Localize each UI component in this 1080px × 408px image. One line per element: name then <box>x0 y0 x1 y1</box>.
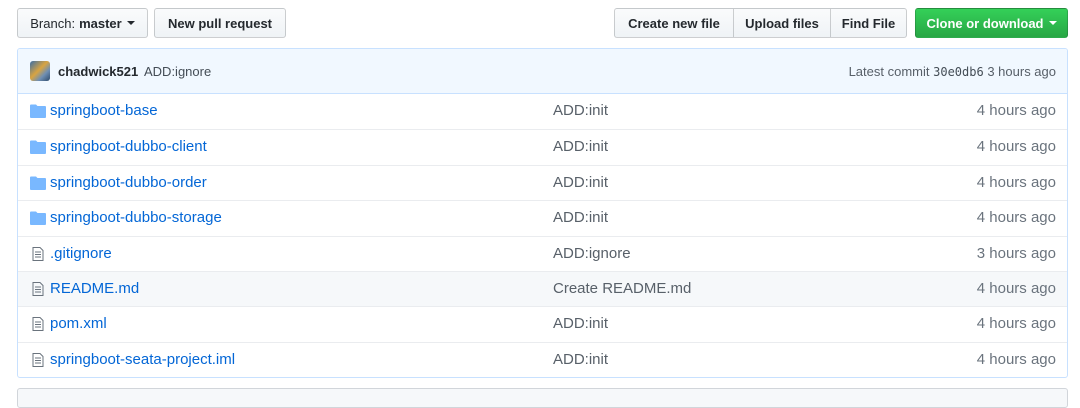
branch-select-button[interactable]: Branch: master <box>17 8 148 38</box>
folder-icon <box>30 104 46 118</box>
upload-files-button[interactable]: Upload files <box>733 8 831 38</box>
avatar[interactable] <box>30 61 50 81</box>
latest-commit-bar: chadwick521 ADD:ignore Latest commit 30e… <box>18 49 1067 94</box>
file-age: 4 hours ago <box>976 102 1056 119</box>
file-name-link[interactable]: .gitignore <box>50 245 112 262</box>
commit-author-link[interactable]: chadwick521 <box>58 64 138 79</box>
repo-toolbar: Branch: master New pull request Create n… <box>17 8 1068 38</box>
file-icon <box>32 281 44 296</box>
chevron-down-icon <box>1048 21 1057 25</box>
table-row: springboot-seata-project.iml ADD:init 4 … <box>18 341 1067 377</box>
file-age: 4 hours ago <box>976 173 1056 191</box>
file-list: springboot-base ADD:init 4 hours ago spr… <box>18 94 1067 377</box>
file-age: 4 hours ago <box>976 138 1056 156</box>
table-row: springboot-dubbo-client ADD:init 4 hours… <box>18 129 1067 164</box>
file-name-link[interactable]: springboot-seata-project.iml <box>50 351 235 368</box>
table-row: .gitignore ADD:ignore 3 hours ago <box>18 235 1067 271</box>
folder-icon <box>30 211 46 226</box>
file-age: 4 hours ago <box>976 350 1056 368</box>
file-name-link[interactable]: springboot-dubbo-order <box>50 174 207 191</box>
file-age: 4 hours ago <box>976 315 1056 333</box>
file-age: 3 hours ago <box>976 244 1056 262</box>
table-row: springboot-dubbo-order ADD:init 4 hours … <box>18 164 1067 200</box>
table-row: springboot-base ADD:init 4 hours ago <box>18 94 1067 129</box>
folder-icon <box>30 140 46 155</box>
commit-age: 3 hours ago <box>987 64 1056 79</box>
file-name-link[interactable]: springboot-base <box>50 102 158 119</box>
file-name-link[interactable]: springboot-dubbo-storage <box>50 209 222 226</box>
readme-box <box>17 388 1068 408</box>
file-name-link[interactable]: README.md <box>50 280 139 297</box>
file-name-link[interactable]: springboot-dubbo-client <box>50 138 207 155</box>
file-icon <box>32 352 44 367</box>
file-commit-message[interactable]: ADD:init <box>553 102 608 119</box>
file-actions-group: Create new file Upload files Find File <box>614 8 907 38</box>
file-table: chadwick521 ADD:ignore Latest commit 30e… <box>17 48 1068 378</box>
latest-commit-label: Latest commit <box>848 64 930 79</box>
clone-or-download-button[interactable]: Clone or download <box>915 8 1068 38</box>
table-row: README.md Create README.md 4 hours ago <box>18 270 1067 307</box>
commit-message-link[interactable]: ADD:ignore <box>144 64 211 79</box>
file-commit-message[interactable]: Create README.md <box>553 280 691 297</box>
file-commit-message[interactable]: ADD:ignore <box>553 245 631 262</box>
file-commit-message[interactable]: ADD:init <box>553 315 608 332</box>
file-age: 4 hours ago <box>976 279 1056 297</box>
table-row: springboot-dubbo-storage ADD:init 4 hour… <box>18 200 1067 235</box>
branch-prefix-label: Branch: <box>30 15 76 31</box>
branch-name-label: master <box>79 15 122 31</box>
file-age: 4 hours ago <box>976 209 1056 227</box>
file-icon <box>32 317 44 332</box>
file-commit-message[interactable]: ADD:init <box>553 138 608 155</box>
chevron-down-icon <box>126 21 135 25</box>
latest-commit-info: Latest commit 30e0db6 3 hours ago <box>849 64 1056 79</box>
table-row: pom.xml ADD:init 4 hours ago <box>18 306 1067 341</box>
file-commit-message[interactable]: ADD:init <box>553 174 608 191</box>
create-new-file-button[interactable]: Create new file <box>614 8 734 38</box>
file-commit-message[interactable]: ADD:init <box>553 209 608 226</box>
new-pull-request-button[interactable]: New pull request <box>154 8 286 38</box>
commit-sha-link[interactable]: 30e0db6 <box>933 65 984 79</box>
find-file-button[interactable]: Find File <box>830 8 907 38</box>
file-commit-message[interactable]: ADD:init <box>553 351 608 368</box>
file-icon <box>32 246 44 261</box>
folder-icon <box>30 176 46 190</box>
file-name-link[interactable]: pom.xml <box>50 315 107 332</box>
clone-or-download-label: Clone or download <box>926 15 1044 31</box>
